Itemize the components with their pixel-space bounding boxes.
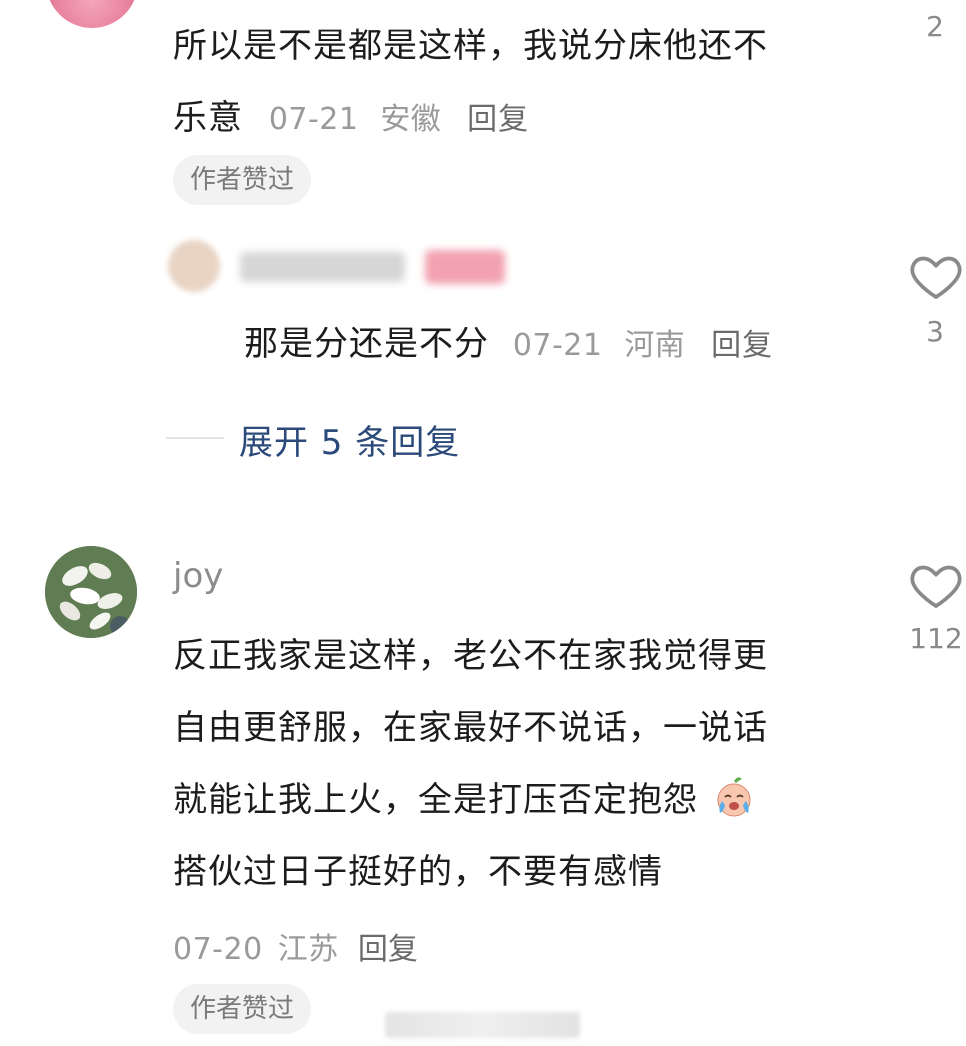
comment-text: 所以是不是都是这样，我说分床他还不 乐意 07-21 安徽 回复	[173, 10, 873, 156]
reply-content: 那是分还是不分	[244, 324, 489, 364]
avatar[interactable]	[168, 240, 220, 292]
comment-date: 07-21	[268, 102, 359, 137]
reply-date: 07-21	[512, 328, 603, 363]
comment-line: 搭伙过日子挺好的，不要有感情	[173, 852, 663, 892]
divider	[166, 437, 224, 439]
blurred-tag	[425, 250, 505, 284]
comment-line: 乐意	[173, 98, 243, 138]
comment-line-with-emoji: 就能让我上火，全是打压否定抱怨	[173, 764, 873, 836]
comment-line: 所以是不是都是这样，我说分床他还不	[173, 26, 768, 66]
expand-replies-button[interactable]: 展开 5 条回复	[239, 415, 460, 464]
comment-text: 反正我家是这样，老公不在家我觉得更 自由更舒服，在家最好不说话，一说话 就能让我…	[173, 620, 873, 908]
reply-location: 河南	[624, 328, 686, 363]
avatar[interactable]	[46, 0, 138, 28]
like-count: 2	[926, 10, 944, 43]
watermark	[385, 1012, 580, 1038]
crying-emoji-icon	[717, 777, 751, 817]
reply-button[interactable]: 回复	[711, 328, 773, 363]
blurred-username	[240, 252, 405, 282]
reply-button[interactable]: 回复	[467, 102, 529, 137]
comment-line: 自由更舒服，在家最好不说话，一说话	[173, 708, 768, 748]
avatar-image	[45, 546, 137, 638]
reply-text: 那是分还是不分 07-21 河南 回复	[244, 308, 884, 382]
comment-line: 反正我家是这样，老公不在家我觉得更	[173, 636, 768, 676]
like-count: 3	[926, 315, 944, 348]
comment-line-meta-row: 乐意 07-21 安徽 回复	[173, 82, 873, 156]
username[interactable]: joy	[173, 556, 223, 596]
comment-location: 江苏	[277, 932, 339, 967]
comment-location: 安徽	[380, 102, 442, 137]
author-liked-badge: 作者赞过	[173, 984, 312, 1034]
heart-icon[interactable]	[908, 557, 964, 613]
author-liked-badge: 作者赞过	[173, 155, 312, 205]
heart-icon[interactable]	[908, 248, 964, 304]
comment-line: 就能让我上火，全是打压否定抱怨	[173, 780, 698, 820]
reply-button[interactable]: 回复	[358, 932, 418, 967]
avatar[interactable]	[45, 546, 137, 638]
like-count: 112	[909, 622, 963, 655]
comment-meta: 07-20 江苏 回复	[173, 924, 418, 968]
comment-date: 07-20	[173, 932, 263, 967]
